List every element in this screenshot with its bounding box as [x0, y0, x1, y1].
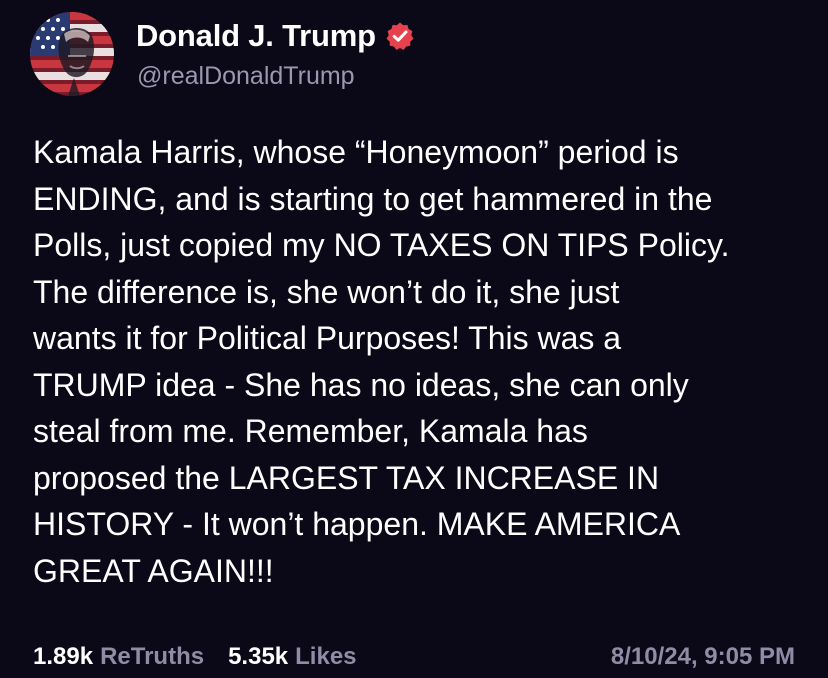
likes-count: 5.35k [228, 643, 289, 670]
post-text-line: The difference is, she won’t do it, she … [33, 273, 620, 310]
author-name-row[interactable]: Donald J. Trump [136, 18, 415, 54]
post-text-line: GREAT AGAIN!!! [33, 552, 274, 589]
post-timestamp[interactable]: 8/10/24, 9:05 PM [611, 643, 795, 671]
retruths-count: 1.89k [33, 643, 94, 670]
likes-label: Likes [295, 643, 357, 670]
post-text-line: proposed the LARGEST TAX INCREASE IN [33, 459, 660, 496]
verified-badge-icon [385, 21, 415, 51]
avatar[interactable] [30, 12, 114, 96]
post-text-line: steal from me. Remember, Kamala has [33, 413, 588, 449]
retruths-label: ReTruths [100, 643, 205, 670]
flag-portrait-avatar-icon [30, 12, 114, 96]
post-text-line: Polls, just copied my NO TAXES ON TIPS P… [33, 227, 730, 263]
author-handle[interactable]: @realDonaldTrump [137, 62, 355, 91]
post-text-line: ENDING, and is starting to get hammered … [33, 180, 713, 217]
author-name[interactable]: Donald J. Trump [136, 18, 376, 54]
post-text-line: wants it for Political Purposes! This wa… [33, 320, 622, 356]
post-text-line: HISTORY - It won’t happen. MAKE AMERICA [33, 506, 681, 542]
post-text-line: TRUMP idea - She has no ideas, she can o… [33, 366, 689, 403]
post-text-line: Kamala Harris, whose “Honeymoon” period … [33, 134, 679, 170]
post-footer: 1.89k ReTruths 5.35k Likes 8/10/24, 9:05… [33, 640, 795, 674]
truth-post: Donald J. Trump @realDonaldTrump Kamala … [0, 0, 828, 678]
likes-stat[interactable]: 5.35k Likes [228, 643, 356, 671]
retruths-stat[interactable]: 1.89k ReTruths [33, 643, 204, 671]
post-body: Kamala Harris, whose “Honeymoon” period … [33, 129, 813, 594]
